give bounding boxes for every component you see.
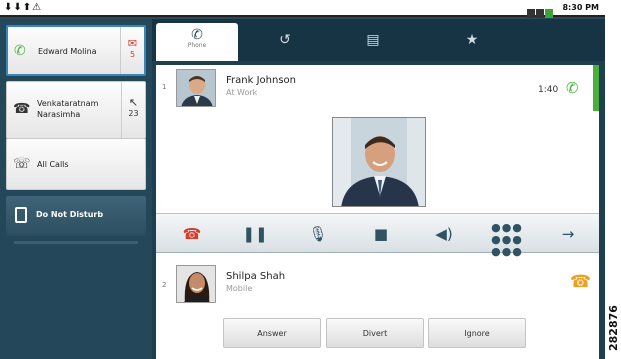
end-call-button[interactable]: ☎ <box>166 214 218 254</box>
notification-icons: ⬇⬇⬆⚠ <box>4 2 43 13</box>
all-calls-icon: ☏ <box>13 156 31 172</box>
tab-favorites[interactable]: ★ <box>431 23 513 61</box>
tab-bar: ✆ Phone ↺ ▤ ★ <box>152 19 605 61</box>
transfer-icon: → <box>561 225 575 243</box>
status-bar: ⬇⬇⬆⚠ 8:30 PM <box>0 0 605 18</box>
tab-recents[interactable]: ↺ <box>244 23 326 61</box>
sidebar-item-label: All Calls <box>37 160 69 169</box>
wifi-icon <box>536 9 544 18</box>
mute-icon: 🎙 <box>308 225 328 243</box>
call-duration: 1:40 <box>538 85 559 95</box>
active-call-icon: ✆ <box>566 79 579 97</box>
held-call-icon: ☎ <box>13 101 31 117</box>
incoming-call-ringing-icon: ☎ <box>570 272 592 292</box>
keypad-button[interactable]: ●●● ●●● ●●● <box>481 214 533 258</box>
missed-calls-badge[interactable]: ↖ 23 <box>121 82 145 138</box>
missed-call-count: 23 <box>128 109 139 118</box>
caller-status: Mobile <box>226 284 253 293</box>
sidebar-item-label-line2: Narasimha <box>37 110 81 119</box>
video-off-icon: ■ <box>373 225 389 243</box>
active-call-indicator <box>593 65 599 111</box>
calls-sidebar: ✆ Edward Molina ✉ 5 ☎ Venkataratnam Nara… <box>0 19 152 359</box>
missed-call-arrow-icon: ↖ <box>128 96 139 109</box>
contacts-icon: ▤ <box>366 32 380 48</box>
figure-id-text: 282876 <box>607 305 620 351</box>
main-panel: ✆ Phone ↺ ▤ ★ 1 Frank Johnson At Work 1:… <box>152 19 605 359</box>
active-call-icon: ✆ <box>14 43 26 59</box>
mute-button[interactable]: 🎙 <box>292 214 344 254</box>
avatar <box>176 69 216 107</box>
transfer-button[interactable]: → <box>542 214 594 254</box>
voicemail-icon: ✉ <box>127 37 138 50</box>
sidebar-divider <box>14 241 138 244</box>
caller-name: Frank Johnson <box>226 75 296 86</box>
divert-button[interactable]: Divert <box>326 318 424 348</box>
keypad-icon: ●●● ●●● ●●● <box>491 221 523 258</box>
app-window: ⬇⬇⬆⚠ 8:30 PM ✆ Edward Molina ✉ 5 ☎ Venka… <box>0 0 605 359</box>
phone-icon: ✆ <box>191 27 203 43</box>
call-index: 1 <box>162 83 167 91</box>
tab-phone[interactable]: ✆ Phone <box>156 23 238 61</box>
sidebar-item-venkataratnam-narasimha[interactable]: ☎ Venkataratnam Narasimha ↖ 23 <box>6 81 146 139</box>
recents-icon: ↺ <box>279 32 291 48</box>
incoming-call-card[interactable]: 2 Shilpa Shah Mobile ☎ Answer Divert Ign… <box>156 258 599 359</box>
sidebar-item-all-calls[interactable]: ☏ All Calls <box>6 138 146 190</box>
caller-status: At Work <box>226 88 258 97</box>
avatar <box>176 265 216 303</box>
sidebar-item-label-line1: Venkataratnam <box>37 99 99 108</box>
battery-icon <box>545 9 553 18</box>
answer-button[interactable]: Answer <box>223 318 321 348</box>
speaker-icon: ◀) <box>435 225 453 243</box>
video-feed <box>333 118 425 206</box>
avatar-image <box>177 266 215 302</box>
end-call-icon: ☎ <box>182 225 202 243</box>
system-icons <box>527 3 557 18</box>
hold-icon: ❚❚ <box>242 225 268 243</box>
do-not-disturb-icon <box>15 207 27 223</box>
sidebar-item-label: Do Not Disturb <box>36 210 104 219</box>
voicemail-count: 5 <box>129 50 136 59</box>
speaker-button[interactable]: ◀) <box>418 214 470 254</box>
call-index: 2 <box>162 281 167 289</box>
video-toggle-button[interactable]: ■ <box>355 214 407 254</box>
sidebar-item-edward-molina[interactable]: ✆ Edward Molina ✉ 5 <box>6 25 146 76</box>
voicemail-badge[interactable]: ✉ 5 <box>120 27 144 74</box>
avatar-image <box>177 70 215 106</box>
video-preview <box>332 117 426 207</box>
tab-label: Phone <box>187 42 207 49</box>
ignore-button[interactable]: Ignore <box>428 318 526 348</box>
sidebar-item-label: Edward Molina <box>38 47 97 56</box>
hold-button[interactable]: ❚❚ <box>229 214 281 254</box>
status-time: 8:30 PM <box>562 3 599 12</box>
sidebar-item-do-not-disturb[interactable]: Do Not Disturb <box>6 196 146 236</box>
favorites-star-icon: ★ <box>465 32 479 48</box>
tab-contacts[interactable]: ▤ <box>332 23 414 61</box>
figure-id-label: 282876 <box>606 285 620 355</box>
call-controls: ☎ ❚❚ 🎙 ■ ◀) ●●● ●●● ●●● → <box>156 213 599 258</box>
signal-icon <box>527 9 535 18</box>
caller-name: Shilpa Shah <box>226 271 286 282</box>
